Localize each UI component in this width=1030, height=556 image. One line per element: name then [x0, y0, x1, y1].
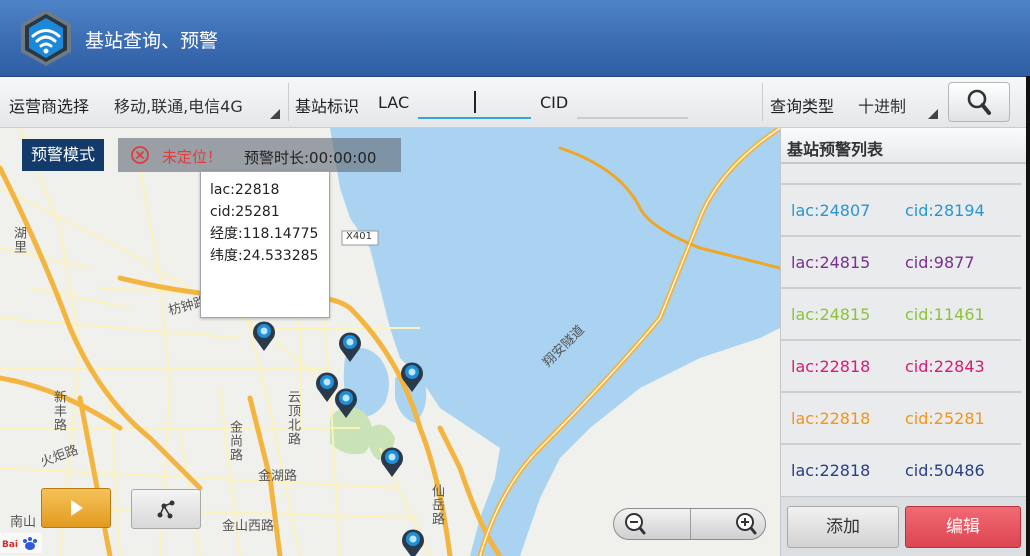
- lac-label: LAC: [378, 93, 410, 112]
- warning-mode-badge[interactable]: 预警模式: [22, 139, 105, 171]
- alert-lac: lac:22818: [791, 409, 871, 428]
- operator-label: 运营商选择: [9, 97, 90, 116]
- road-label: 金尚路: [227, 420, 242, 462]
- station-label: 基站标识: [295, 97, 360, 116]
- alert-cid: cid:22843: [905, 357, 985, 376]
- highway-label: X401: [346, 231, 372, 242]
- map-canvas: [0, 128, 780, 556]
- road-label: 湖里: [11, 226, 26, 254]
- cid-label: CID: [540, 93, 569, 112]
- road-label: 仙岳路: [429, 484, 444, 526]
- station-marker-icon[interactable]: [379, 444, 405, 478]
- alert-cid: cid:25281: [905, 409, 985, 428]
- operator-select[interactable]: 移动,联通,电信4G: [108, 89, 280, 119]
- zoom-out-icon: [625, 513, 646, 535]
- cid-input[interactable]: [577, 91, 688, 119]
- dropdown-arrow-icon: [928, 109, 938, 119]
- search-button[interactable]: [948, 82, 1010, 122]
- popup-cid: cid:25281: [210, 204, 280, 220]
- list-item[interactable]: lac:22818 cid:25281: [781, 391, 1021, 443]
- edit-button[interactable]: 编辑: [905, 506, 1021, 548]
- wifi-hexagon-icon: [21, 10, 71, 66]
- alert-lac: lac:24807: [791, 201, 871, 220]
- text-cursor: [474, 91, 476, 113]
- list-item[interactable]: lac:22818 cid:50486: [781, 443, 1021, 495]
- operator-value: 移动,联通,电信4G: [114, 97, 243, 116]
- panel-title: 基站预警列表: [787, 140, 884, 159]
- alert-lac: lac:24815: [791, 253, 871, 272]
- window-edge: [1026, 76, 1030, 556]
- station-marker-icon[interactable]: [399, 359, 425, 393]
- station-marker-icon[interactable]: [337, 329, 363, 363]
- list-item[interactable]: lac:24815 cid:11461: [781, 287, 1021, 339]
- play-icon: [71, 500, 83, 516]
- road-label: 云顶北路: [285, 390, 300, 446]
- road-label: 金湖路: [258, 469, 298, 484]
- query-type-label: 查询类型: [770, 97, 835, 116]
- query-type-select[interactable]: 十进制: [852, 89, 940, 119]
- status-bar: 未定位！ 预警时长:00:00:00: [118, 138, 401, 172]
- divider: [762, 83, 763, 121]
- popup-longitude: 经度:118.14775: [210, 226, 319, 242]
- road-label: 金山西路: [222, 519, 275, 534]
- station-marker-icon[interactable]: [400, 526, 426, 556]
- alert-lac: lac:22818: [791, 357, 871, 376]
- popup-lac: lac:22818: [210, 182, 280, 198]
- baidu-logo: Bai: [0, 533, 42, 553]
- warning-duration-text: 预警时长:00:00:00: [244, 149, 377, 167]
- route-button[interactable]: [131, 489, 201, 529]
- dropdown-arrow-icon: [270, 109, 280, 119]
- popup-latitude: 纬度:24.533285: [210, 248, 319, 264]
- station-marker-icon[interactable]: [333, 385, 359, 419]
- lac-input[interactable]: [418, 91, 531, 119]
- road-label: 新丰路: [51, 390, 66, 432]
- add-button[interactable]: 添加: [787, 506, 899, 548]
- play-button[interactable]: [41, 488, 111, 528]
- alert-list: lac:24807 cid:28194 lac:24815 cid:9877 lac:2…: [781, 183, 1021, 495]
- query-toolbar: 运营商选择 移动,联通,电信4G 基站标识 LAC CID 查询类型 十进制: [0, 77, 1030, 128]
- alert-cid: cid:11461: [905, 305, 985, 324]
- divider: [288, 83, 289, 121]
- panel-footer: 添加 编辑: [781, 496, 1027, 556]
- station-info-popup: lac:22818 cid:25281 经度:118.14775 纬度:24.5…: [200, 171, 330, 318]
- query-type-value: 十进制: [858, 97, 907, 116]
- alert-lac: lac:22818: [791, 461, 871, 480]
- area-label: 南山: [10, 515, 37, 530]
- alert-cid: cid:28194: [905, 201, 985, 220]
- title-bar: 基站查询、预警: [0, 0, 1030, 77]
- app-window: 基站查询、预警 运营商选择 移动,联通,电信4G 基站标识 LAC CID 查询…: [0, 0, 1030, 556]
- list-item[interactable]: lac:24807 cid:28194: [781, 183, 1021, 235]
- search-icon: [967, 89, 991, 115]
- alert-list-panel: 基站预警列表 lac:24807 cid:28194 lac:24815 cid:98…: [780, 128, 1030, 556]
- zoom-in-icon: [736, 513, 757, 535]
- zoom-in-button[interactable]: [691, 509, 765, 539]
- close-circle-icon: [131, 146, 149, 164]
- alert-lac: lac:24815: [791, 305, 871, 324]
- list-item[interactable]: lac:24815 cid:9877: [781, 235, 1021, 287]
- route-icon: [157, 500, 175, 519]
- app-title: 基站查询、预警: [85, 30, 219, 52]
- alert-cid: cid:50486: [905, 461, 985, 480]
- zoom-control: [613, 508, 766, 540]
- alert-cid: cid:9877: [905, 253, 975, 272]
- map-view[interactable]: X401 云顶北路 金尚路 金湖路 仙岳路 翔安隧道 新丰路 火炬路 枋钟路 金…: [0, 128, 780, 556]
- zoom-out-button[interactable]: [614, 509, 691, 539]
- svg-text:Bai: Bai: [2, 540, 18, 550]
- location-status-text: 未定位！: [162, 148, 223, 166]
- station-marker-icon[interactable]: [251, 318, 277, 352]
- panel-header: 基站预警列表: [781, 128, 1027, 164]
- list-item[interactable]: lac:22818 cid:22843: [781, 339, 1021, 391]
